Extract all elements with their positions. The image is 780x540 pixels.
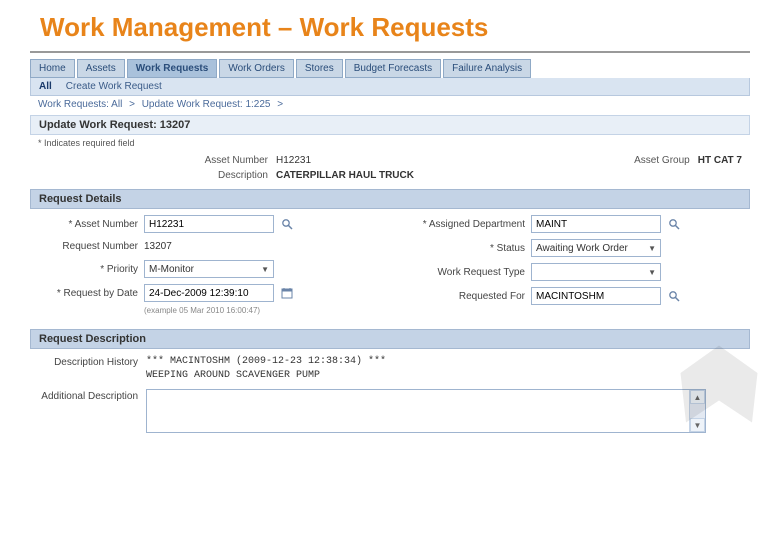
description-history-label: Description History — [38, 355, 138, 368]
chevron-down-icon: ▼ — [648, 244, 656, 253]
assigned-dept-label: * Assigned Department — [395, 219, 525, 230]
asset-group-label: Asset Group — [634, 155, 690, 166]
request-number-label: Request Number — [38, 241, 138, 252]
asset-info-row: Asset Number H12231 Asset Group HT CAT 7 — [30, 151, 750, 170]
form-col-left: * Asset Number Request Number 13207 * Pr… — [38, 215, 385, 315]
asset-number-input[interactable] — [144, 215, 274, 233]
asset-group-value: HT CAT 7 — [698, 155, 742, 166]
textarea-scrollbar: ▲ ▼ — [689, 390, 705, 432]
tab-stores[interactable]: Stores — [296, 59, 343, 78]
additional-description-wrap: ▲ ▼ — [146, 389, 706, 433]
tab-home[interactable]: Home — [30, 59, 75, 78]
asset-number-value: H12231 — [276, 155, 311, 166]
asset-desc-value: CATERPILLAR HAUL TRUCK — [276, 170, 414, 181]
subbar-all[interactable]: All — [39, 81, 52, 92]
page-title: Update Work Request: 13207 — [30, 115, 750, 135]
tab-work-orders[interactable]: Work Orders — [219, 59, 294, 78]
chevron-down-icon: ▼ — [648, 268, 656, 277]
requested-for-label: Requested For — [395, 291, 525, 302]
additional-description-textarea[interactable] — [147, 390, 689, 432]
requested-for-input[interactable] — [531, 287, 661, 305]
chevron-down-icon: ▼ — [261, 265, 269, 274]
status-label: * Status — [395, 243, 525, 254]
tab-work-requests[interactable]: Work Requests — [127, 59, 218, 78]
asset-number-field-label: * Asset Number — [38, 219, 138, 230]
section-request-details: Request Details — [30, 189, 750, 209]
breadcrumb-sep: > — [129, 99, 135, 110]
breadcrumb: Work Requests: All > Update Work Request… — [30, 96, 750, 113]
breadcrumb-part[interactable]: Work Requests: All — [38, 99, 122, 110]
tab-failure-analysis[interactable]: Failure Analysis — [443, 59, 531, 78]
calendar-icon[interactable] — [280, 286, 294, 300]
request-by-date-label: * Request by Date — [38, 288, 138, 299]
request-details-form: * Asset Number Request Number 13207 * Pr… — [30, 209, 750, 325]
priority-value: M-Monitor — [149, 264, 194, 275]
asset-info-row2: Description CATERPILLAR HAUL TRUCK — [30, 170, 750, 185]
asset-desc-label: Description — [118, 170, 268, 181]
scroll-up-button[interactable]: ▲ — [690, 390, 705, 404]
tab-budget-forecasts[interactable]: Budget Forecasts — [345, 59, 441, 78]
app-container: Home Assets Work Requests Work Orders St… — [30, 59, 750, 445]
subbar-create-link[interactable]: Create Work Request — [66, 81, 162, 92]
main-tabs: Home Assets Work Requests Work Orders St… — [30, 59, 750, 78]
breadcrumb-sep: > — [277, 99, 283, 110]
request-by-date-input[interactable] — [144, 284, 274, 302]
tab-assets[interactable]: Assets — [77, 59, 125, 78]
status-select[interactable]: Awaiting Work Order ▼ — [531, 239, 661, 257]
history-line: *** MACINTOSHM (2009-12-23 12:38:34) *** — [146, 355, 386, 369]
scroll-down-button[interactable]: ▼ — [690, 418, 705, 432]
required-note: * Indicates required field — [30, 135, 750, 151]
priority-label: * Priority — [38, 264, 138, 275]
subbar: All Create Work Request — [30, 78, 750, 96]
status-value: Awaiting Work Order — [536, 243, 628, 254]
slide-divider — [30, 51, 750, 53]
request-description-block: Description History *** MACINTOSHM (2009… — [30, 349, 750, 445]
work-request-type-select[interactable]: ▼ — [531, 263, 661, 281]
request-number-value: 13207 — [144, 239, 172, 254]
breadcrumb-part[interactable]: Update Work Request: 1:225 — [142, 99, 271, 110]
date-example-hint: (example 05 Mar 2010 16:00:47) — [144, 306, 385, 315]
work-request-type-label: Work Request Type — [395, 267, 525, 278]
description-history-value: *** MACINTOSHM (2009-12-23 12:38:34) ***… — [146, 355, 386, 383]
history-line: WEEPING AROUND SCAVENGER PUMP — [146, 369, 386, 383]
search-icon[interactable] — [280, 217, 294, 231]
section-request-description: Request Description — [30, 329, 750, 349]
search-icon[interactable] — [667, 289, 681, 303]
form-col-right: * Assigned Department * Status Awaiting … — [395, 215, 742, 315]
additional-description-label: Additional Description — [38, 389, 138, 402]
slide-title: Work Management – Work Requests — [0, 0, 780, 51]
search-icon[interactable] — [667, 217, 681, 231]
assigned-dept-input[interactable] — [531, 215, 661, 233]
asset-number-label: Asset Number — [118, 155, 268, 166]
priority-select[interactable]: M-Monitor ▼ — [144, 260, 274, 278]
